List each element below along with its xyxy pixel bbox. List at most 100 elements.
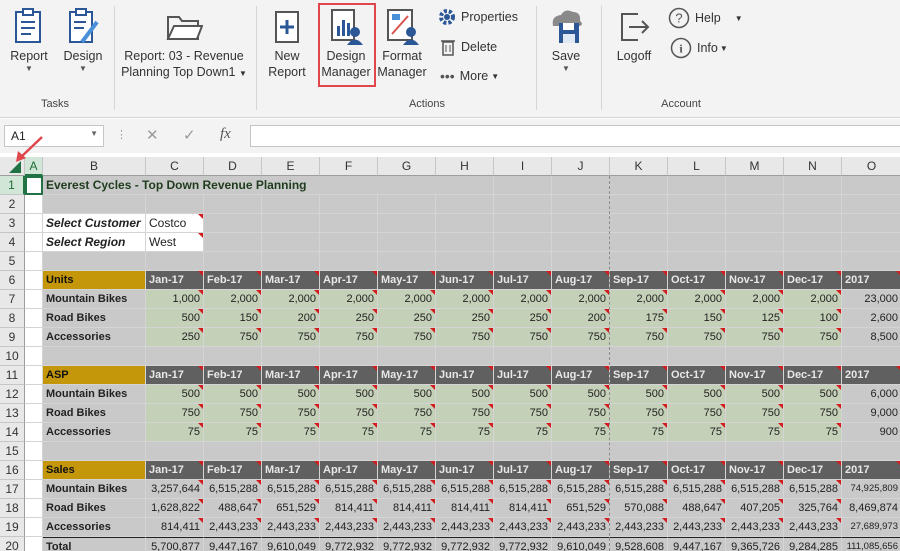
value-cell[interactable]: 407,205 <box>726 499 784 518</box>
value-cell[interactable]: 1,000 <box>146 290 204 309</box>
cell-j2[interactable] <box>552 195 610 214</box>
cell-h2[interactable] <box>436 195 494 214</box>
cell-c5[interactable] <box>146 252 204 271</box>
column-header-l[interactable]: L <box>668 157 726 176</box>
value-cell[interactable]: 6,515,288 <box>552 480 610 499</box>
year-total-cell[interactable]: 6,000 <box>842 385 900 404</box>
cell-i10[interactable] <box>494 347 552 366</box>
cell-k1[interactable] <box>610 176 668 195</box>
format-manager-button[interactable]: Format Manager <box>376 8 428 80</box>
column-header-c[interactable]: C <box>146 157 204 176</box>
more-button[interactable]: ••• More ▼ <box>440 68 499 84</box>
year-total-cell[interactable]: 27,689,973 <box>842 518 900 537</box>
cell-a14[interactable] <box>25 423 43 442</box>
value-cell[interactable]: 75 <box>668 423 726 442</box>
cell-i15[interactable] <box>494 442 552 461</box>
value-cell[interactable]: 5,700,877 <box>146 537 204 551</box>
cell-a16[interactable] <box>25 461 43 480</box>
cell-e2[interactable] <box>262 195 320 214</box>
value-cell[interactable]: 9,365,726 <box>726 537 784 551</box>
cell-g3[interactable] <box>378 214 436 233</box>
cell-b10[interactable] <box>43 347 146 366</box>
cell-a2[interactable] <box>25 195 43 214</box>
value-cell[interactable]: 750 <box>262 404 320 423</box>
cell-h10[interactable] <box>436 347 494 366</box>
value-cell[interactable]: 75 <box>378 423 436 442</box>
cell-c15[interactable] <box>146 442 204 461</box>
value-cell[interactable]: 500 <box>610 385 668 404</box>
cell-n5[interactable] <box>784 252 842 271</box>
value-cell[interactable]: 500 <box>262 385 320 404</box>
cell-c2[interactable] <box>146 195 204 214</box>
value-cell[interactable]: 750 <box>204 328 262 347</box>
properties-button[interactable]: Properties <box>438 8 518 26</box>
value-cell[interactable]: 9,610,049 <box>262 537 320 551</box>
year-total-cell[interactable]: 74,925,809 <box>842 480 900 499</box>
value-cell[interactable]: 2,443,233 <box>784 518 842 537</box>
value-cell[interactable]: 2,000 <box>262 290 320 309</box>
cell-a19[interactable] <box>25 518 43 537</box>
value-cell[interactable]: 75 <box>204 423 262 442</box>
value-cell[interactable]: 814,411 <box>436 499 494 518</box>
value-cell[interactable]: 814,411 <box>146 518 204 537</box>
value-cell[interactable]: 2,000 <box>610 290 668 309</box>
value-cell[interactable]: 9,528,608 <box>610 537 668 551</box>
cell-l15[interactable] <box>668 442 726 461</box>
row-header-11[interactable]: 11 <box>0 366 25 385</box>
value-cell[interactable]: 9,772,932 <box>494 537 552 551</box>
cell-h4[interactable] <box>436 233 494 252</box>
column-header-g[interactable]: G <box>378 157 436 176</box>
value-cell[interactable]: 750 <box>320 404 378 423</box>
cell-a7[interactable] <box>25 290 43 309</box>
row-header-14[interactable]: 14 <box>0 423 25 442</box>
cell-m3[interactable] <box>726 214 784 233</box>
value-cell[interactable]: 750 <box>552 328 610 347</box>
insert-function-icon[interactable]: fx <box>220 126 231 143</box>
value-cell[interactable]: 2,000 <box>726 290 784 309</box>
value-cell[interactable]: 2,443,233 <box>204 518 262 537</box>
cell-g15[interactable] <box>378 442 436 461</box>
cell-a12[interactable] <box>25 385 43 404</box>
value-cell[interactable]: 2,443,233 <box>436 518 494 537</box>
value-cell[interactable]: 500 <box>320 385 378 404</box>
value-cell[interactable]: 250 <box>494 309 552 328</box>
column-header-f[interactable]: F <box>320 157 378 176</box>
value-cell[interactable]: 651,529 <box>262 499 320 518</box>
cell-a8[interactable] <box>25 309 43 328</box>
value-cell[interactable]: 750 <box>320 328 378 347</box>
cell-o1[interactable] <box>842 176 900 195</box>
value-cell[interactable]: 750 <box>436 328 494 347</box>
cell-l5[interactable] <box>668 252 726 271</box>
value-cell[interactable]: 250 <box>378 309 436 328</box>
cell-o4[interactable] <box>842 233 900 252</box>
value-cell[interactable]: 200 <box>262 309 320 328</box>
cell-g2[interactable] <box>378 195 436 214</box>
cell-a5[interactable] <box>25 252 43 271</box>
value-cell[interactable]: 2,443,233 <box>494 518 552 537</box>
value-cell[interactable]: 1,628,822 <box>146 499 204 518</box>
value-cell[interactable]: 750 <box>668 404 726 423</box>
column-header-o[interactable]: O <box>842 157 900 176</box>
row-header-1[interactable]: 1 <box>0 176 25 195</box>
value-cell[interactable]: 2,443,233 <box>262 518 320 537</box>
value-cell[interactable]: 75 <box>320 423 378 442</box>
enter-icon[interactable]: ✓ <box>183 126 196 144</box>
cell-o10[interactable] <box>842 347 900 366</box>
cell-a13[interactable] <box>25 404 43 423</box>
cell-i5[interactable] <box>494 252 552 271</box>
row-header-7[interactable]: 7 <box>0 290 25 309</box>
cell-i2[interactable] <box>494 195 552 214</box>
formula-input[interactable] <box>250 125 900 147</box>
cell-b2[interactable] <box>43 195 146 214</box>
value-cell[interactable]: 9,772,932 <box>378 537 436 551</box>
cell-k3[interactable] <box>610 214 668 233</box>
cell-d4[interactable] <box>204 233 262 252</box>
value-cell[interactable]: 750 <box>610 404 668 423</box>
cell-k5[interactable] <box>610 252 668 271</box>
cell-a3[interactable] <box>25 214 43 233</box>
cell-j5[interactable] <box>552 252 610 271</box>
cell-e4[interactable] <box>262 233 320 252</box>
value-cell[interactable]: 750 <box>668 328 726 347</box>
row-header-20[interactable]: 20 <box>0 537 25 551</box>
value-cell[interactable]: 750 <box>378 404 436 423</box>
